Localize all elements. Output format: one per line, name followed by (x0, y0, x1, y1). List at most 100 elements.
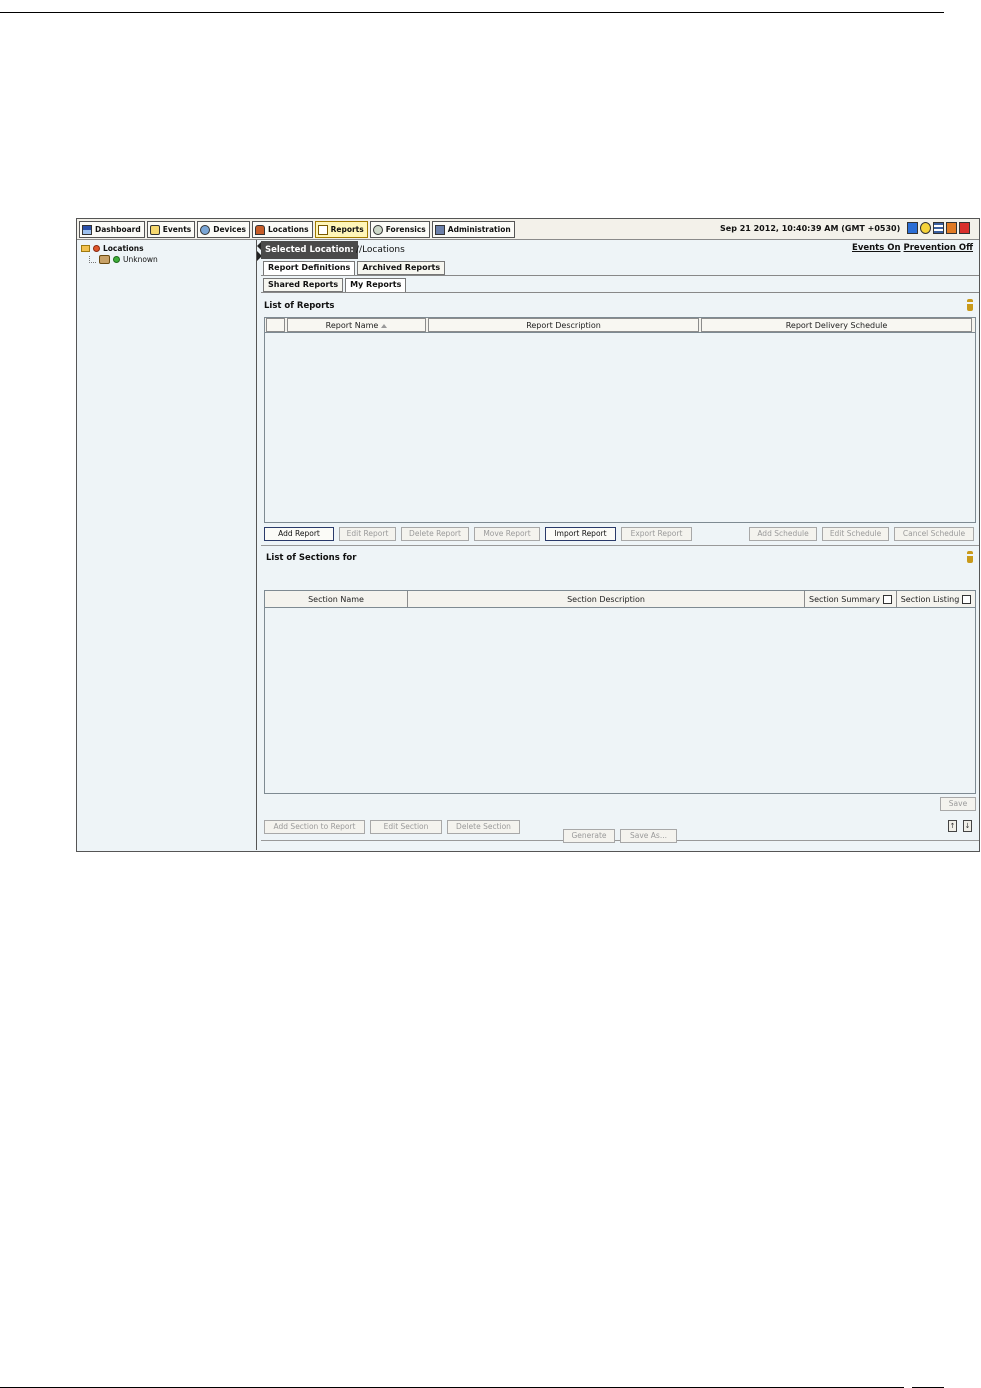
locations-icon (255, 224, 266, 235)
column-header-section-description[interactable]: Section Description (408, 591, 805, 607)
current-datetime: Sep 21 2012, 10:40:39 AM (GMT +0530) (720, 224, 901, 233)
divider (261, 275, 979, 276)
section-actions: Add Section to Report Edit Section Delet… (264, 820, 525, 834)
move-up-icon[interactable]: ↑ (948, 820, 957, 832)
tree-connector (89, 256, 96, 263)
select-column-header[interactable] (266, 318, 285, 332)
divider (261, 545, 979, 546)
sort-ascending-icon (381, 323, 388, 328)
list-of-reports-title: List of Reports (264, 301, 335, 311)
column-header-label: Section Summary (809, 594, 880, 604)
help-icon[interactable] (920, 222, 931, 234)
import-report-button[interactable]: Import Report (545, 527, 616, 541)
tab-archived-reports[interactable]: Archived Reports (357, 261, 446, 275)
events-on-link[interactable]: Events On (852, 243, 901, 253)
edit-report-button[interactable]: Edit Report (339, 527, 396, 541)
add-schedule-button[interactable]: Add Schedule (749, 527, 817, 541)
status-red-icon (93, 245, 100, 252)
nav-tab-events[interactable]: Events (146, 221, 196, 238)
main-nav: Dashboard Events Devices Locations Repor… (79, 221, 515, 238)
tree-node-label: Unknown (123, 255, 158, 264)
column-header-report-name[interactable]: Report Name (287, 318, 426, 332)
nav-tab-locations[interactable]: Locations (252, 221, 313, 238)
nav-tab-label: Administration (447, 225, 511, 234)
column-header-report-description[interactable]: Report Description (428, 318, 699, 332)
list-of-sections-title: List of Sections for (266, 553, 357, 563)
report-subtabs: Shared Reports My Reports (263, 278, 408, 293)
nav-tab-label: Locations (268, 225, 309, 234)
column-header-label: Section Listing (900, 594, 960, 604)
edit-section-button[interactable]: Edit Section (370, 820, 442, 834)
selected-location-path: //Locations (356, 245, 405, 255)
section-listing-checkbox[interactable] (962, 594, 972, 604)
location-tree-panel: Locations Unknown (78, 240, 257, 850)
export-report-button[interactable]: Export Report (621, 527, 692, 541)
tab-report-definitions[interactable]: Report Definitions (263, 261, 356, 276)
move-report-button[interactable]: Move Report (474, 527, 540, 541)
section-save-row: Save (940, 797, 976, 811)
column-header-label: Report Name (325, 321, 379, 330)
section-summary-checkbox[interactable] (882, 594, 892, 604)
status-green-icon (113, 256, 120, 263)
column-header-section-summary[interactable]: Section Summary (805, 591, 897, 607)
device-group-icon (99, 255, 110, 264)
nav-tab-label: Dashboard (95, 225, 141, 234)
devices-icon (200, 224, 211, 235)
footer-actions: Generate Save As... (563, 829, 682, 843)
nav-tab-label: Reports (330, 225, 364, 234)
delete-report-button[interactable]: Delete Report (401, 527, 469, 541)
save-as-button[interactable]: Save As... (620, 829, 677, 843)
column-header-section-listing[interactable]: Section Listing (897, 591, 975, 607)
nav-tab-devices[interactable]: Devices (197, 221, 251, 238)
nav-tab-forensics[interactable]: Forensics (369, 221, 430, 238)
toolbar-icons (907, 222, 970, 234)
reports-icon (317, 224, 328, 235)
cancel-schedule-button[interactable]: Cancel Schedule (894, 527, 974, 541)
column-header-report-delivery-schedule[interactable]: Report Delivery Schedule (701, 318, 972, 332)
top-navigation-bar: Dashboard Events Devices Locations Repor… (77, 219, 979, 240)
schedule-actions: Add Schedule Edit Schedule Cancel Schedu… (749, 527, 974, 541)
move-down-icon[interactable]: ↓ (963, 820, 972, 832)
nav-tab-label: Forensics (385, 225, 426, 234)
tree-node-locations[interactable]: Locations (81, 244, 144, 253)
column-header-section-name[interactable]: Section Name (265, 591, 408, 607)
alert-icon[interactable] (946, 222, 957, 234)
forensics-icon (372, 224, 383, 235)
sections-table: Section Name Section Description Section… (264, 590, 976, 794)
nav-tab-dashboard[interactable]: Dashboard (79, 221, 145, 238)
prevention-off-link[interactable]: Prevention Off (904, 243, 973, 253)
reports-table-header: Report Name Report Description Report De… (265, 318, 975, 333)
events-icon (149, 224, 160, 235)
sections-table-header: Section Name Section Description Section… (265, 591, 975, 608)
event-prevention-links: Events On Prevention Off (852, 241, 973, 255)
nav-tab-reports[interactable]: Reports (314, 221, 368, 238)
selected-location-bar: Selected Location: //Locations Events On… (261, 241, 979, 259)
tab-my-reports[interactable]: My Reports (345, 278, 407, 293)
add-section-to-report-button[interactable]: Add Section to Report (264, 820, 365, 834)
nav-tab-administration[interactable]: Administration (431, 221, 515, 238)
divider (261, 292, 979, 293)
dashboard-icon (82, 224, 92, 235)
report-tabs: Report Definitions Archived Reports (263, 261, 447, 276)
logout-icon[interactable] (959, 222, 970, 234)
edit-schedule-button[interactable]: Edit Schedule (822, 527, 889, 541)
save-button[interactable]: Save (940, 797, 976, 811)
nav-tab-label: Events (162, 225, 192, 234)
reports-table: Report Name Report Description Report De… (264, 317, 976, 523)
page-top-rule (0, 12, 944, 13)
generate-button[interactable]: Generate (563, 829, 615, 843)
add-report-button[interactable]: Add Report (264, 527, 334, 541)
tree-node-label: Locations (103, 244, 144, 253)
nav-tab-label: Devices (213, 225, 247, 234)
selected-location-label: Selected Location: (261, 241, 358, 259)
application-window: Dashboard Events Devices Locations Repor… (76, 218, 980, 852)
info-icon[interactable] (967, 299, 973, 311)
folder-icon (81, 245, 90, 252)
tree-node-unknown[interactable]: Unknown (89, 255, 158, 264)
delete-section-button[interactable]: Delete Section (447, 820, 520, 834)
report-actions: Add Report Edit Report Delete Report Mov… (264, 527, 697, 541)
list-icon[interactable] (933, 222, 944, 234)
refresh-icon[interactable] (907, 222, 918, 234)
tab-shared-reports[interactable]: Shared Reports (263, 278, 344, 292)
info-icon[interactable] (967, 551, 973, 563)
